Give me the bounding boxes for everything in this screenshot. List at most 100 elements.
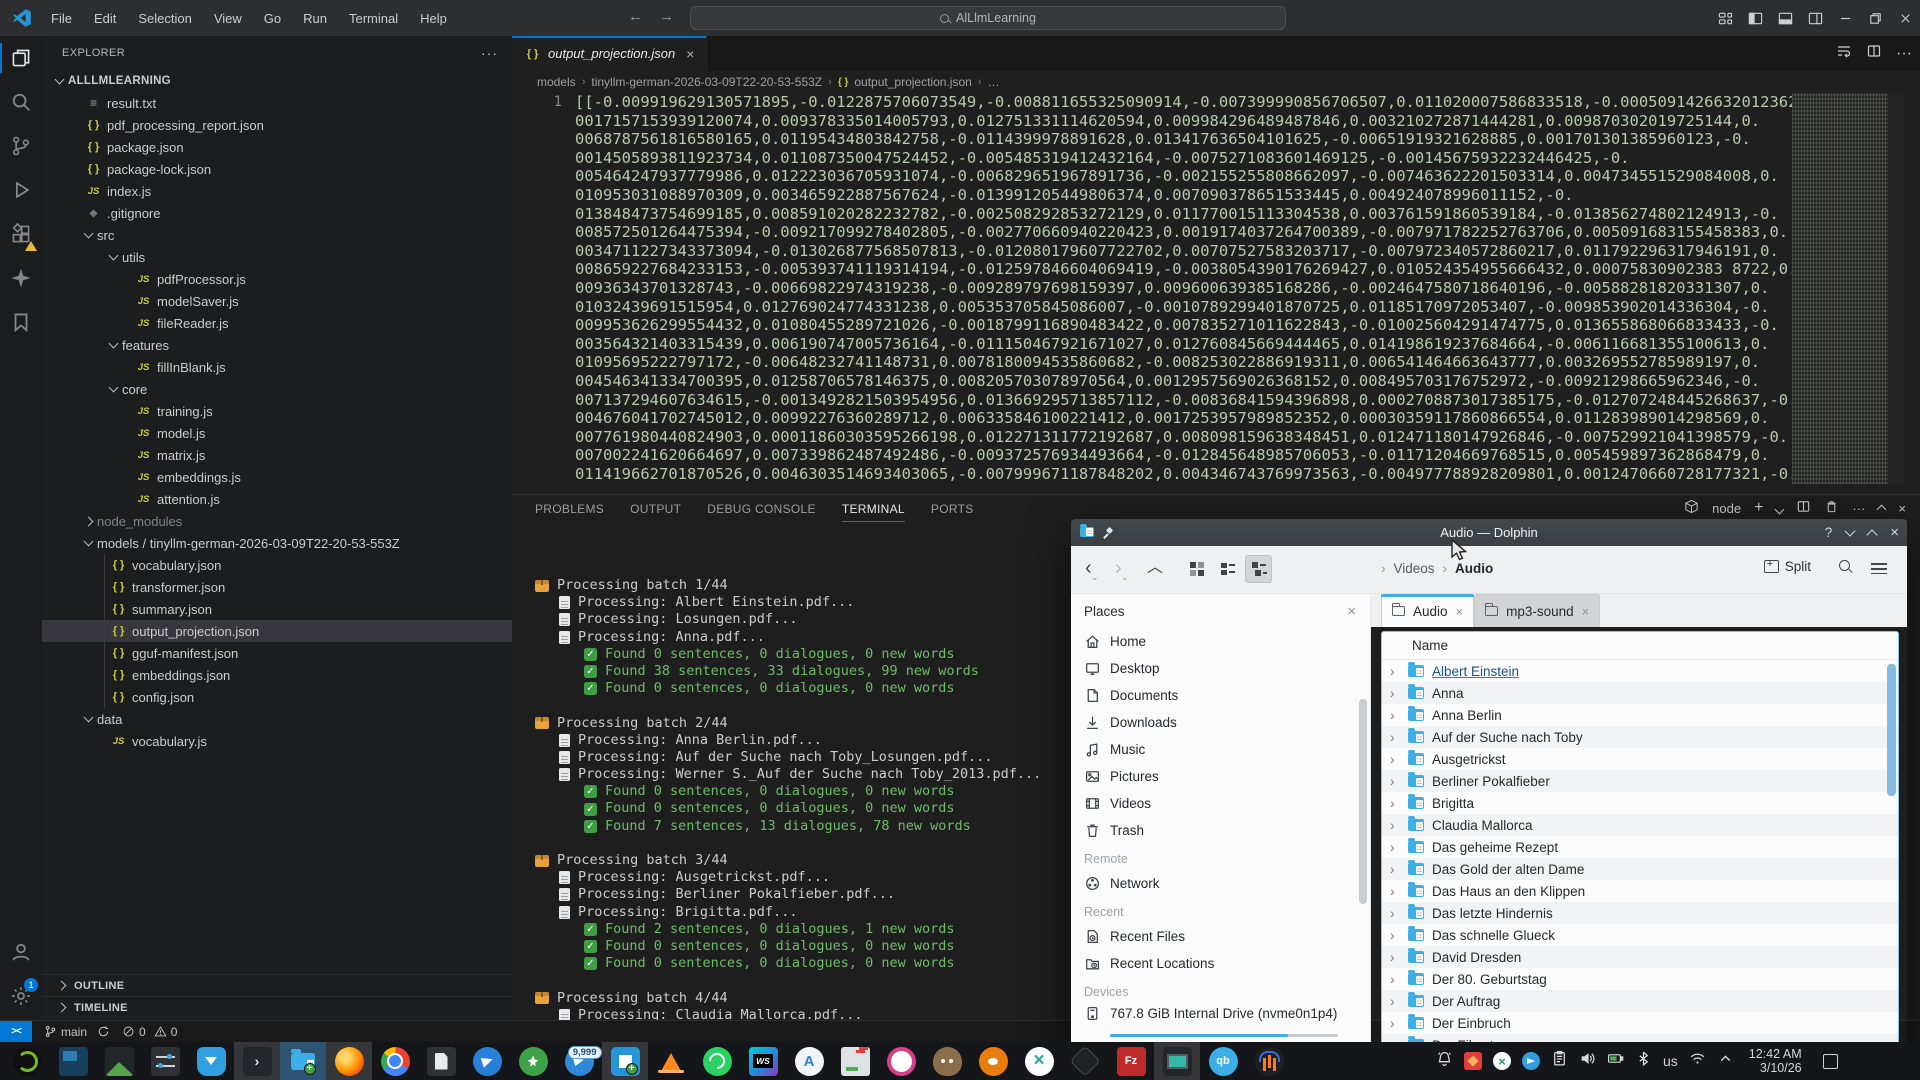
tree-file-index-js[interactable]: JSindex.js <box>42 180 512 202</box>
file-row-anna[interactable]: ›Anna <box>1382 682 1898 704</box>
split-editor-icon[interactable] <box>1866 43 1882 64</box>
taskbar-app-vscode[interactable]: + <box>602 1042 648 1080</box>
place-767-8-gib-internal-drive-nvme0n1p4-[interactable]: 767.8 GiB Internal Drive (nvme0n1p4) <box>1071 1003 1370 1037</box>
expand-chevron-icon[interactable]: › <box>1390 751 1400 767</box>
taskbar-app-obsidian[interactable] <box>1062 1042 1108 1080</box>
hamburger-menu-icon[interactable] <box>1871 560 1887 577</box>
file-row-brigitta[interactable]: ›Brigitta <box>1382 792 1898 814</box>
panel-tab-problems[interactable]: PROBLEMS <box>535 502 604 522</box>
tree-file-summary-json[interactable]: { }summary.json <box>42 598 512 620</box>
keyboard-layout[interactable]: us <box>1663 1053 1678 1069</box>
meeting-tray-icon[interactable]: × <box>1493 1052 1511 1070</box>
place-music[interactable]: Music <box>1071 736 1370 763</box>
up-button[interactable]: ︿ <box>1147 558 1163 578</box>
timeline-section[interactable]: TIMELINE <box>42 996 512 1018</box>
code-content[interactable]: 1[[-0.009919629130571895,-0.012287570607… <box>512 93 1792 483</box>
place-desktop[interactable]: Desktop <box>1071 655 1370 682</box>
file-row-der-auftrag[interactable]: ›Der Auftrag <box>1382 990 1898 1012</box>
toggle-sidebar-icon[interactable] <box>1740 0 1770 36</box>
remote-indicator[interactable]: >< <box>0 1021 32 1043</box>
tree-file-config-json[interactable]: { }config.json <box>42 686 512 708</box>
expand-chevron-icon[interactable]: › <box>1390 993 1400 1009</box>
tree-file-training-js[interactable]: JStraining.js <box>42 400 512 422</box>
expand-chevron-icon[interactable]: › <box>1390 971 1400 987</box>
taskbar-app-chat[interactable]: 9,999 <box>556 1042 602 1080</box>
more-actions-icon[interactable]: ··· <box>1896 45 1912 63</box>
menu-help[interactable]: Help <box>411 7 456 30</box>
taskbar-app-konsole[interactable]: › <box>234 1042 280 1080</box>
account-activity-icon[interactable] <box>0 930 42 974</box>
dolphin-tab-audio[interactable]: Audio× <box>1381 594 1474 627</box>
panel-tab-terminal[interactable]: TERMINAL <box>842 502 905 522</box>
source-control-activity-icon[interactable] <box>0 124 42 168</box>
tree-folder-core[interactable]: core <box>42 378 512 400</box>
search-activity-icon[interactable] <box>0 80 42 124</box>
search-button[interactable] <box>1839 559 1850 574</box>
menu-run[interactable]: Run <box>294 7 336 30</box>
taskbar-app-dolphin[interactable]: + <box>280 1042 326 1080</box>
panel-tab-ports[interactable]: PORTS <box>931 502 974 522</box>
place-home[interactable]: Home <box>1071 628 1370 655</box>
split-terminal-icon[interactable] <box>1796 499 1811 517</box>
taskbar-app-chrome[interactable] <box>372 1042 418 1080</box>
place-trash[interactable]: Trash <box>1071 817 1370 844</box>
file-row-claudia-mallorca[interactable]: ›Claudia Mallorca <box>1382 814 1898 836</box>
taskbar-app-plasma-desktop[interactable] <box>50 1042 96 1080</box>
expand-chevron-icon[interactable]: › <box>1390 1015 1400 1031</box>
taskbar-app-qbittorrent[interactable]: qb <box>1200 1042 1246 1080</box>
taskbar-app-photos[interactable] <box>96 1042 142 1080</box>
clipboard-tray-icon[interactable] <box>1551 1050 1568 1072</box>
tree-file-attention-js[interactable]: JSattention.js <box>42 488 512 510</box>
file-row-der-einbruch[interactable]: ›Der Einbruch <box>1382 1012 1898 1034</box>
tray-expand-icon[interactable] <box>1717 1050 1734 1072</box>
dolphin-tab-mp3-sound[interactable]: mp3-sound× <box>1474 594 1600 627</box>
expand-chevron-icon[interactable]: › <box>1390 773 1400 789</box>
column-header-name[interactable]: Name <box>1382 632 1898 660</box>
tree-folder-models-tinyllm-german-2026-03-09t22-20-53-553z[interactable]: models / tinyllm-german-2026-03-09T22-20… <box>42 532 512 554</box>
clock[interactable]: 12:42 AM 3/10/26 <box>1749 1047 1802 1075</box>
notifications-bell-icon[interactable] <box>1436 1050 1453 1072</box>
taskbar-app-blender[interactable] <box>970 1042 1016 1080</box>
place-network[interactable]: Network <box>1071 870 1370 897</box>
taskbar-app-settings-app[interactable] <box>142 1042 188 1080</box>
tree-file-modelsaver-js[interactable]: JSmodelSaver.js <box>42 290 512 312</box>
tree-file-model-js[interactable]: JSmodel.js <box>42 422 512 444</box>
maximize-panel-icon[interactable] <box>1878 501 1885 516</box>
menu-selection[interactable]: Selection <box>129 7 200 30</box>
file-row-das-haus-an-den-klippen[interactable]: ›Das Haus an den Klippen <box>1382 880 1898 902</box>
tree-file-filereader-js[interactable]: JSfileReader.js <box>42 312 512 334</box>
outline-section[interactable]: OUTLINE <box>42 974 512 996</box>
taskbar-app-discover[interactable] <box>188 1042 234 1080</box>
explorer-activity-icon[interactable] <box>0 36 42 80</box>
battery-tray-icon[interactable] <box>1607 1050 1624 1072</box>
file-row-das-geheime-rezept[interactable]: ›Das geheime Rezept <box>1382 836 1898 858</box>
menu-terminal[interactable]: Terminal <box>340 7 407 30</box>
onlyoffice-tray-icon[interactable] <box>1464 1052 1482 1070</box>
problems-item[interactable]: 0 0 <box>122 1025 177 1039</box>
minimize-button[interactable] <box>1845 525 1856 536</box>
taskbar-app-meeting-x[interactable] <box>1016 1042 1062 1080</box>
bookmarks-activity-icon[interactable] <box>0 300 42 344</box>
git-branch-item[interactable]: main <box>44 1025 110 1039</box>
split-button[interactable]: Split <box>1764 559 1811 574</box>
taskbar-app-screenshot-tool[interactable] <box>1154 1042 1200 1080</box>
run-debug-activity-icon[interactable] <box>0 168 42 212</box>
expand-chevron-icon[interactable]: › <box>1390 927 1400 943</box>
close-places-icon[interactable]: × <box>1347 603 1356 620</box>
breadcrumb[interactable]: models› tinyllm-german-2026-03-09T22-20-… <box>537 71 999 93</box>
tree-file-pdf-processing-report-json[interactable]: { }pdf_processing_report.json <box>42 114 512 136</box>
close-tab-icon[interactable]: × <box>1582 604 1590 619</box>
editor-scrollbar[interactable] <box>1888 93 1904 484</box>
close-panel-icon[interactable]: × <box>1898 501 1906 516</box>
place-recent-files[interactable]: Recent Files <box>1071 923 1370 950</box>
tree-file-embeddings-json[interactable]: { }embeddings.json <box>42 664 512 686</box>
expand-chevron-icon[interactable]: › <box>1390 839 1400 855</box>
taskbar-app-falkon[interactable] <box>464 1042 510 1080</box>
taskbar-app-gimp[interactable] <box>924 1042 970 1080</box>
file-row-auf-der-suche-nach-toby[interactable]: ›Auf der Suche nach Toby <box>1382 726 1898 748</box>
tree-file-matrix-js[interactable]: JSmatrix.js <box>42 444 512 466</box>
taskbar-app-okular[interactable] <box>418 1042 464 1080</box>
close-tab-icon[interactable]: × <box>686 46 694 62</box>
expand-chevron-icon[interactable]: › <box>1390 883 1400 899</box>
tree-folder-node-modules[interactable]: node_modules <box>42 510 512 532</box>
